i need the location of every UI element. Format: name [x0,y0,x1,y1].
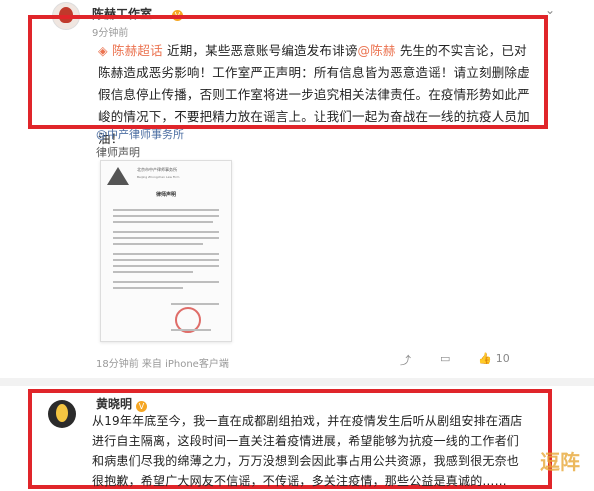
like-button[interactable]: 👍 10 [478,352,510,365]
doc-firm-name: 北京市中产律师事务所 [137,167,177,172]
topic-link[interactable]: 陈赫超话 [112,43,163,58]
like-count: 10 [495,352,510,365]
repost-button[interactable]: ⤴ [400,352,411,368]
post-content: 从19年年底至今，我一直在成都剧组拍戏，并在疫情发生后听从剧组安排在酒店进行自主… [92,414,523,488]
firm-logo-icon [107,167,129,185]
share-icon: ⤴ [400,354,411,367]
topic-icon: ◈ [98,43,108,58]
comment-button[interactable]: ▭ [440,352,450,365]
post-source-meta: 18分钟前 来自 iPhone客户端 [96,359,229,370]
post-text-part1: 近期，某些恶意账号编造发布诽谤 [167,43,358,58]
document-image[interactable]: 北京市中产律师事务所 Beijing Zhongchan Law Firm 律师… [100,160,232,342]
watermark: 逗阵 [540,450,580,474]
mention-link[interactable]: @陈赫 [358,43,396,58]
doc-firm-name-en: Beijing Zhongchan Law Firm [137,175,180,179]
thumbs-up-icon: 👍 [478,352,492,365]
repost-label: 律师声明 [96,146,140,159]
doc-title: 律师声明 [155,192,176,198]
comment-icon: ▭ [440,352,451,365]
repost-source[interactable]: @中产律师事务所 [96,126,184,142]
